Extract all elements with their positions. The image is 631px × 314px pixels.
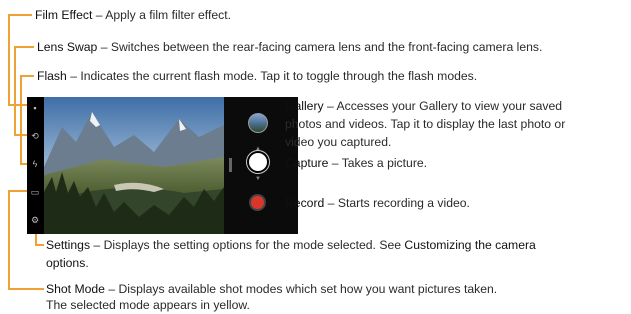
camera-swap-icon[interactable]: ⟲ [30, 131, 40, 141]
settings-annotation-line2: options. [46, 256, 89, 270]
shot-mode-icon[interactable]: ▭ [30, 187, 40, 197]
film-effect-annotation: Film Effect – Apply a film filter effect… [35, 8, 231, 22]
mode-slider-handle[interactable] [229, 158, 232, 172]
chevron-up-icon: ▲ [255, 146, 261, 152]
record-button[interactable] [251, 196, 264, 209]
gallery-annotation-line2: photos and videos. Tap it to display the… [285, 117, 566, 131]
lens-swap-annotation: Lens Swap – Switches between the rear-fa… [37, 40, 543, 54]
callout-line-film [8, 14, 32, 16]
flash-icon[interactable]: ϟ [30, 159, 40, 169]
flash-annotation: Flash – Indicates the current flash mode… [37, 69, 478, 83]
capture-annotation: Capture – Takes a picture. [285, 156, 428, 170]
callout-line-lens-v [14, 46, 16, 134]
callout-line-settings-h [35, 244, 44, 246]
callout-line-flash [20, 75, 34, 77]
callout-line-film-v [8, 14, 10, 104]
gallery-annotation-line3: video you captured. [285, 135, 392, 149]
shot-mode-annotation: Shot Mode – Displays available shot mode… [46, 282, 498, 296]
customizing-camera-link[interactable]: Customizing the camera [404, 238, 535, 252]
callout-line-shot-v [8, 190, 10, 288]
film-icon[interactable]: ▪ [30, 103, 40, 113]
callout-line-shot-h2 [8, 288, 44, 290]
gallery-annotation: Gallery – Accesses your Gallery to view … [285, 99, 563, 113]
record-annotation: Record – Starts recording a video. [285, 196, 470, 210]
gallery-button[interactable] [248, 113, 268, 133]
gear-icon[interactable]: ⚙ [30, 215, 40, 225]
chevron-down-icon: ▼ [255, 176, 261, 182]
shot-mode-annotation-line2: The selected mode appears in yellow. [46, 298, 250, 312]
capture-button[interactable] [249, 153, 267, 171]
callout-line-flash-v [20, 75, 22, 163]
preview-photo [44, 97, 224, 234]
settings-annotation: Settings – Displays the setting options … [46, 238, 536, 252]
callout-line-lens [14, 46, 34, 48]
